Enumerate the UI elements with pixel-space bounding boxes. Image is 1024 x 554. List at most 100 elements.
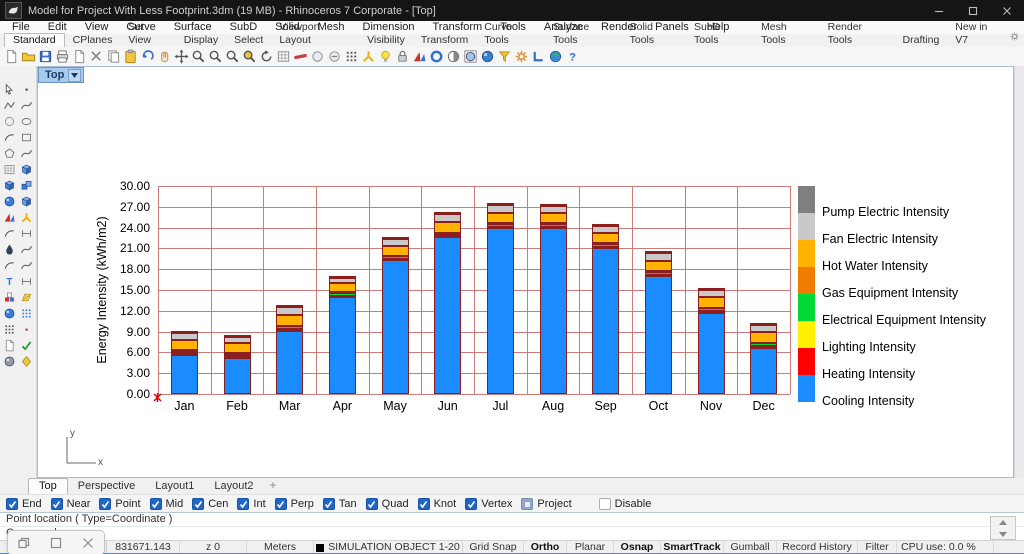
toolbar-tab-transform[interactable]: Transform <box>413 34 476 47</box>
toolbar-tab-render-tools[interactable]: Render Tools <box>820 21 895 47</box>
save-icon[interactable] <box>37 48 54 65</box>
osnap-toggle-project[interactable]: Project <box>521 498 572 510</box>
checkbox-on[interactable] <box>149 498 162 510</box>
text-icon[interactable]: T <box>1 274 17 288</box>
lock-icon[interactable] <box>394 48 411 65</box>
menu-view[interactable]: View <box>76 21 118 34</box>
toolbar-tab-viewport-layout[interactable]: Viewport Layout <box>271 21 359 47</box>
curve-tools-icon[interactable] <box>1 258 17 272</box>
render-icon[interactable] <box>428 48 445 65</box>
rectangle-icon[interactable] <box>18 130 34 144</box>
undo-icon[interactable] <box>139 48 156 65</box>
viewport-menu-dropdown[interactable] <box>68 68 82 82</box>
viewport-tab-perspective[interactable]: Perspective <box>68 479 145 494</box>
paste-icon[interactable] <box>122 48 139 65</box>
toolbar-tab-solid-tools[interactable]: Solid Tools <box>622 21 686 47</box>
osnap-toggle-near[interactable]: Near <box>50 498 90 510</box>
osnap-toggle-point[interactable]: Point <box>99 498 141 510</box>
boolean-icon[interactable] <box>1 210 17 224</box>
fillet-icon[interactable] <box>1 226 17 240</box>
dimension-icon[interactable] <box>18 274 34 288</box>
toolbar-tab-surface-tools[interactable]: Surface Tools <box>545 21 622 47</box>
ellipse-icon[interactable] <box>18 114 34 128</box>
pan-icon[interactable] <box>156 48 173 65</box>
print-icon[interactable] <box>54 48 71 65</box>
rendered-viewport-icon[interactable] <box>462 48 479 65</box>
minimize-button[interactable] <box>922 0 956 21</box>
cplane-grid-icon[interactable] <box>275 48 292 65</box>
chamfer-icon[interactable] <box>18 226 34 240</box>
osnap-toggle-quad[interactable]: Quad <box>365 498 409 510</box>
new-document-icon[interactable] <box>3 48 20 65</box>
properties-icon[interactable] <box>71 48 88 65</box>
menu-subd[interactable]: SubD <box>221 21 267 34</box>
toolbar-tab-cplanes[interactable]: CPlanes <box>65 34 121 47</box>
options-icon[interactable] <box>513 48 530 65</box>
move-icon[interactable] <box>173 48 190 65</box>
osnap-toggle-mid[interactable]: Mid <box>149 498 183 510</box>
blend-icon[interactable] <box>1 242 17 256</box>
copy-icon[interactable] <box>105 48 122 65</box>
array-icon[interactable] <box>1 322 17 336</box>
sphere-gray-icon[interactable] <box>1 354 17 368</box>
arc-icon[interactable] <box>1 130 17 144</box>
grid-points-icon[interactable] <box>18 306 34 320</box>
render-sphere-icon[interactable] <box>1 306 17 320</box>
gem-icon[interactable] <box>18 354 34 368</box>
checkbox-on[interactable] <box>322 498 335 510</box>
checkbox-on[interactable] <box>99 498 112 510</box>
cylinder-icon[interactable] <box>1 194 17 208</box>
rotate-view-icon[interactable] <box>258 48 275 65</box>
polygon-icon[interactable] <box>1 146 17 160</box>
open-file-icon[interactable] <box>20 48 37 65</box>
polyline-icon[interactable] <box>1 98 17 112</box>
osnap-toggle-perp[interactable]: Perp <box>274 498 314 510</box>
osnap-toggle-cen[interactable]: Cen <box>192 498 228 510</box>
cut-icon[interactable] <box>88 48 105 65</box>
selection-filter-icon[interactable] <box>496 48 513 65</box>
checkbox-on[interactable] <box>50 498 63 510</box>
viewport-tab-layout2[interactable]: Layout2 <box>204 479 263 494</box>
offset-curve-icon[interactable] <box>18 242 34 256</box>
point-icon[interactable] <box>18 82 34 96</box>
select-burst-icon[interactable] <box>360 48 377 65</box>
scroll-down-icon[interactable] <box>999 531 1007 537</box>
shaded-viewport-icon[interactable] <box>445 48 462 65</box>
restore-icon[interactable] <box>18 537 30 549</box>
checkbox-on[interactable] <box>365 498 378 510</box>
toolbar-tab-select[interactable]: Select <box>226 34 271 47</box>
check-icon[interactable] <box>18 338 34 352</box>
viewport-tab-top[interactable]: Top <box>28 478 68 494</box>
command-scroll[interactable] <box>990 516 1016 540</box>
restore-button[interactable] <box>956 0 990 21</box>
toolbar-tab-drafting[interactable]: Drafting <box>895 34 948 47</box>
osnap-toggle-end[interactable]: End <box>6 498 42 510</box>
toolbar-tab-new-in-v7[interactable]: New in V7 <box>947 21 1009 47</box>
layouts-icon[interactable] <box>530 48 547 65</box>
history-icon[interactable] <box>18 322 34 336</box>
hide-objects-icon[interactable] <box>326 48 343 65</box>
toolbar-tab-mesh-tools[interactable]: Mesh Tools <box>753 21 820 47</box>
checkbox-on[interactable] <box>274 498 287 510</box>
checkbox-on[interactable] <box>465 498 478 510</box>
checkbox-on[interactable] <box>237 498 250 510</box>
layer-tools-icon[interactable] <box>411 48 428 65</box>
menu-dimension[interactable]: Dimension <box>354 21 424 34</box>
checkbox-off[interactable] <box>598 498 611 510</box>
lights-icon[interactable] <box>377 48 394 65</box>
toolbar-tab-visibility[interactable]: Visibility <box>359 34 413 47</box>
toolbar-tab-set-view[interactable]: Set View <box>120 21 175 47</box>
solids-icon[interactable] <box>18 178 34 192</box>
hatch-icon[interactable] <box>18 290 34 304</box>
osnap-toggle-vertex[interactable]: Vertex <box>465 498 512 510</box>
toolbar-gear-icon[interactable] <box>1009 29 1020 47</box>
box-icon[interactable] <box>1 178 17 192</box>
zoom-selected-icon[interactable] <box>241 48 258 65</box>
freeform-curve-icon[interactable] <box>18 146 34 160</box>
sweep-surface-icon[interactable] <box>18 162 34 176</box>
osnap-points-icon[interactable] <box>343 48 360 65</box>
osnap-toggle-knot[interactable]: Knot <box>417 498 456 510</box>
checkbox-on[interactable] <box>192 498 205 510</box>
stop-square-icon[interactable] <box>50 537 62 549</box>
add-viewport-tab-button[interactable]: + <box>270 478 277 494</box>
